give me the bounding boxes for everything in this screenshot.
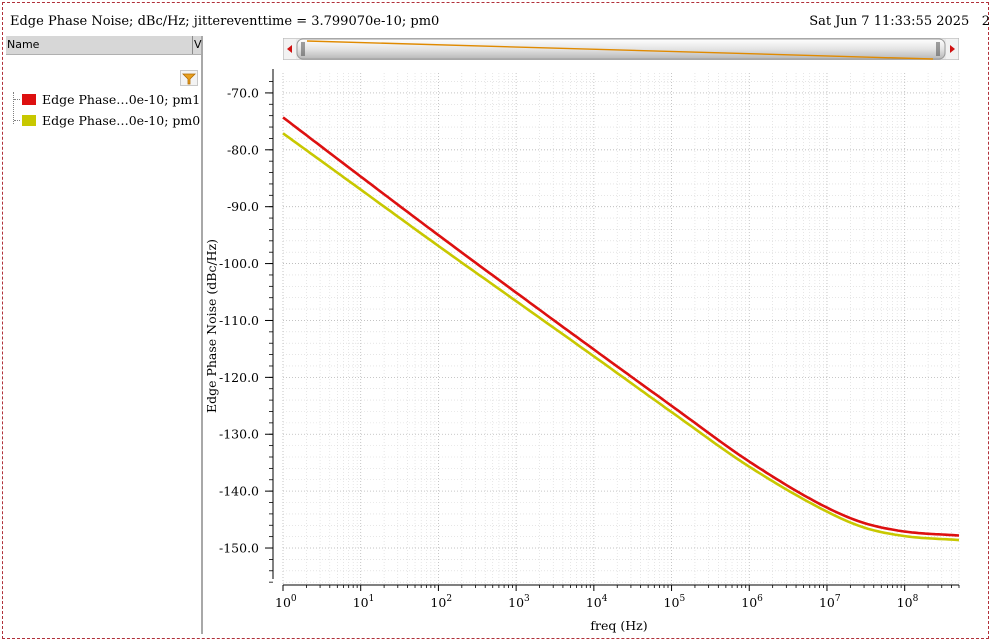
scroll-right-button[interactable] — [946, 39, 958, 59]
horizontal-scrollbar[interactable] — [282, 37, 960, 61]
legend-swatch-pm0 — [22, 115, 36, 126]
legend-label-pm1[interactable]: Edge Phase…0e-10; pm1 — [42, 92, 200, 107]
timestamp: Sat Jun 7 11:33:55 2025 2 — [809, 14, 990, 29]
timestamp-suffix: 2 — [981, 14, 990, 29]
column-separator[interactable] — [192, 36, 193, 54]
filter-funnel-icon — [182, 73, 196, 85]
column-header-v[interactable]: V — [194, 38, 202, 51]
title-bar: Edge Phase Noise; dBc/Hz; jittereventtim… — [10, 14, 990, 32]
column-header-name[interactable]: Name — [7, 38, 39, 51]
filter-button[interactable] — [180, 70, 198, 86]
window-title: Edge Phase Noise; dBc/Hz; jittereventtim… — [10, 14, 440, 29]
legend-panel: Name V Edge Phase…0e-10; pm1 Edge Phase…… — [6, 36, 203, 634]
legend-label-pm0[interactable]: Edge Phase…0e-10; pm0 — [42, 113, 200, 128]
scroll-left-button[interactable] — [284, 39, 296, 59]
timestamp-text: Sat Jun 7 11:33:55 2025 — [809, 14, 970, 29]
legend-swatch-pm1 — [22, 94, 36, 105]
legend-header[interactable]: Name V — [6, 36, 202, 55]
